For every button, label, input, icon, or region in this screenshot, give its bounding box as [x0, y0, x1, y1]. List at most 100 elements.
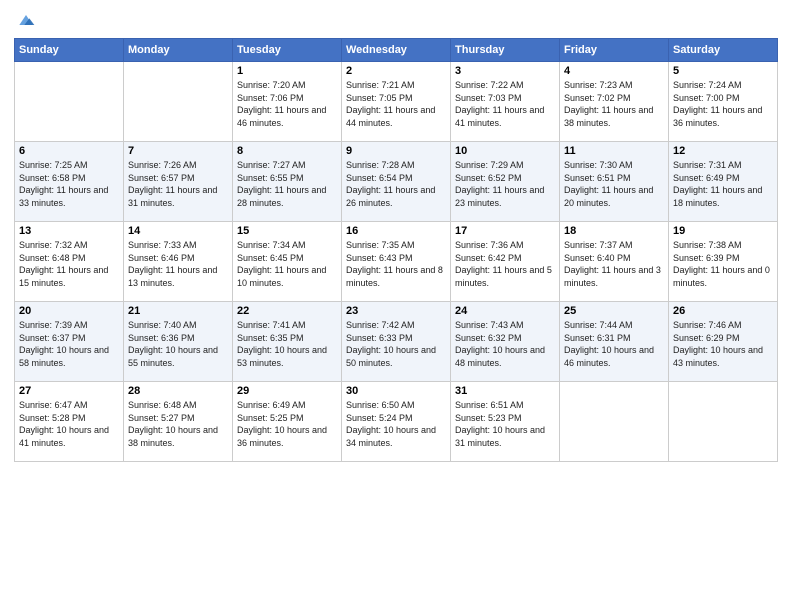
day-number: 21 — [128, 305, 228, 317]
day-info: Sunrise: 7:44 AM Sunset: 6:31 PM Dayligh… — [564, 319, 664, 369]
day-number: 27 — [19, 385, 119, 397]
day-number: 17 — [455, 225, 555, 237]
day-info: Sunrise: 7:38 AM Sunset: 6:39 PM Dayligh… — [673, 239, 773, 289]
calendar-day-cell: 13 Sunrise: 7:32 AM Sunset: 6:48 PM Dayli… — [15, 222, 124, 302]
day-number: 14 — [128, 225, 228, 237]
day-number: 1 — [237, 65, 337, 77]
day-number: 9 — [346, 145, 446, 157]
logo — [14, 10, 36, 30]
calendar-day-cell: 4Sunrise: 7:23 AM Sunset: 7:02 PM Daylig… — [560, 62, 669, 142]
day-of-week-header: Monday — [124, 39, 233, 62]
day-info: Sunrise: 6:50 AM Sunset: 5:24 PM Dayligh… — [346, 399, 446, 449]
day-number: 13 — [19, 225, 119, 237]
day-of-week-header: Friday — [560, 39, 669, 62]
calendar-day-cell: 15 Sunrise: 7:34 AM Sunset: 6:45 PM Dayli… — [233, 222, 342, 302]
day-of-week-header: Wednesday — [342, 39, 451, 62]
day-info: Sunrise: 6:48 AM Sunset: 5:27 PM Dayligh… — [128, 399, 228, 449]
calendar-day-cell: 29Sunrise: 6:49 AM Sunset: 5:25 PM Dayli… — [233, 382, 342, 462]
day-info: Sunrise: 7:41 AM Sunset: 6:35 PM Dayligh… — [237, 319, 337, 369]
calendar-day-cell: 26Sunrise: 7:46 AM Sunset: 6:29 PM Dayli… — [669, 302, 778, 382]
calendar-day-cell: 7Sunrise: 7:26 AM Sunset: 6:57 PM Daylig… — [124, 142, 233, 222]
day-info: Sunrise: 7:27 AM Sunset: 6:55 PM Dayligh… — [237, 159, 337, 209]
day-number: 4 — [564, 65, 664, 77]
calendar-day-cell — [560, 382, 669, 462]
calendar-day-cell — [669, 382, 778, 462]
calendar-day-cell: 10 Sunrise: 7:29 AM Sunset: 6:52 PM Dayli… — [451, 142, 560, 222]
calendar-day-cell: 23 Sunrise: 7:42 AM Sunset: 6:33 PM Dayli… — [342, 302, 451, 382]
day-info: Sunrise: 7:36 AM Sunset: 6:42 PM Dayligh… — [455, 239, 555, 289]
calendar-day-cell: 12Sunrise: 7:31 AM Sunset: 6:49 PM Dayli… — [669, 142, 778, 222]
day-info: Sunrise: 7:32 AM Sunset: 6:48 PM Dayligh… — [19, 239, 119, 289]
calendar-day-cell: 14 Sunrise: 7:33 AM Sunset: 6:46 PM Dayli… — [124, 222, 233, 302]
day-number: 15 — [237, 225, 337, 237]
day-number: 3 — [455, 65, 555, 77]
calendar-day-cell: 31 Sunrise: 6:51 AM Sunset: 5:23 PM Dayli… — [451, 382, 560, 462]
day-of-week-header: Saturday — [669, 39, 778, 62]
calendar-day-cell: 21 Sunrise: 7:40 AM Sunset: 6:36 PM Dayli… — [124, 302, 233, 382]
day-of-week-header: Sunday — [15, 39, 124, 62]
day-info: Sunrise: 7:22 AM Sunset: 7:03 PM Dayligh… — [455, 79, 555, 129]
day-info: Sunrise: 7:40 AM Sunset: 6:36 PM Dayligh… — [128, 319, 228, 369]
day-info: Sunrise: 7:43 AM Sunset: 6:32 PM Dayligh… — [455, 319, 555, 369]
day-number: 11 — [564, 145, 664, 157]
day-number: 31 — [455, 385, 555, 397]
calendar-day-cell: 8 Sunrise: 7:27 AM Sunset: 6:55 PM Daylig… — [233, 142, 342, 222]
day-number: 8 — [237, 145, 337, 157]
calendar-day-cell: 19Sunrise: 7:38 AM Sunset: 6:39 PM Dayli… — [669, 222, 778, 302]
calendar-day-cell: 20 Sunrise: 7:39 AM Sunset: 6:37 PM Dayli… — [15, 302, 124, 382]
calendar-day-cell: 17 Sunrise: 7:36 AM Sunset: 6:42 PM Dayli… — [451, 222, 560, 302]
day-number: 28 — [128, 385, 228, 397]
day-number: 18 — [564, 225, 664, 237]
day-number: 10 — [455, 145, 555, 157]
day-number: 16 — [346, 225, 446, 237]
day-of-week-header: Tuesday — [233, 39, 342, 62]
calendar-day-cell: 2 Sunrise: 7:21 AM Sunset: 7:05 PM Daylig… — [342, 62, 451, 142]
calendar-week-row: 6 Sunrise: 7:25 AM Sunset: 6:58 PM Daylig… — [15, 142, 778, 222]
calendar-day-cell: 18Sunrise: 7:37 AM Sunset: 6:40 PM Dayli… — [560, 222, 669, 302]
calendar-day-cell: 28 Sunrise: 6:48 AM Sunset: 5:27 PM Dayli… — [124, 382, 233, 462]
day-info: Sunrise: 7:33 AM Sunset: 6:46 PM Dayligh… — [128, 239, 228, 289]
day-info: Sunrise: 7:20 AM Sunset: 7:06 PM Dayligh… — [237, 79, 337, 129]
calendar-day-cell: 24 Sunrise: 7:43 AM Sunset: 6:32 PM Dayli… — [451, 302, 560, 382]
calendar-day-cell: 1 Sunrise: 7:20 AM Sunset: 7:06 PM Daylig… — [233, 62, 342, 142]
day-info: Sunrise: 7:21 AM Sunset: 7:05 PM Dayligh… — [346, 79, 446, 129]
day-of-week-header: Thursday — [451, 39, 560, 62]
header — [14, 10, 778, 30]
day-number: 7 — [128, 145, 228, 157]
calendar-day-cell: 30Sunrise: 6:50 AM Sunset: 5:24 PM Dayli… — [342, 382, 451, 462]
day-info: Sunrise: 7:35 AM Sunset: 6:43 PM Dayligh… — [346, 239, 446, 289]
calendar-day-cell: 11Sunrise: 7:30 AM Sunset: 6:51 PM Dayli… — [560, 142, 669, 222]
calendar-week-row: 20 Sunrise: 7:39 AM Sunset: 6:37 PM Dayli… — [15, 302, 778, 382]
calendar-day-cell: 22 Sunrise: 7:41 AM Sunset: 6:35 PM Dayli… — [233, 302, 342, 382]
day-info: Sunrise: 7:28 AM Sunset: 6:54 PM Dayligh… — [346, 159, 446, 209]
calendar-week-row: 27Sunrise: 6:47 AM Sunset: 5:28 PM Dayli… — [15, 382, 778, 462]
day-number: 20 — [19, 305, 119, 317]
day-info: Sunrise: 7:29 AM Sunset: 6:52 PM Dayligh… — [455, 159, 555, 209]
day-info: Sunrise: 7:39 AM Sunset: 6:37 PM Dayligh… — [19, 319, 119, 369]
calendar-day-cell: 25 Sunrise: 7:44 AM Sunset: 6:31 PM Dayli… — [560, 302, 669, 382]
calendar-week-row: 13 Sunrise: 7:32 AM Sunset: 6:48 PM Dayli… — [15, 222, 778, 302]
calendar-day-cell: 5 Sunrise: 7:24 AM Sunset: 7:00 PM Daylig… — [669, 62, 778, 142]
day-info: Sunrise: 6:51 AM Sunset: 5:23 PM Dayligh… — [455, 399, 555, 449]
day-info: Sunrise: 7:24 AM Sunset: 7:00 PM Dayligh… — [673, 79, 773, 129]
day-number: 22 — [237, 305, 337, 317]
logo-icon — [16, 10, 36, 30]
day-info: Sunrise: 7:31 AM Sunset: 6:49 PM Dayligh… — [673, 159, 773, 209]
day-number: 6 — [19, 145, 119, 157]
day-number: 24 — [455, 305, 555, 317]
day-number: 2 — [346, 65, 446, 77]
calendar-week-row: 1 Sunrise: 7:20 AM Sunset: 7:06 PM Daylig… — [15, 62, 778, 142]
calendar-day-cell: 6 Sunrise: 7:25 AM Sunset: 6:58 PM Daylig… — [15, 142, 124, 222]
calendar-day-cell: 27Sunrise: 6:47 AM Sunset: 5:28 PM Dayli… — [15, 382, 124, 462]
day-info: Sunrise: 6:49 AM Sunset: 5:25 PM Dayligh… — [237, 399, 337, 449]
day-number: 5 — [673, 65, 773, 77]
day-number: 23 — [346, 305, 446, 317]
calendar-header-row: SundayMondayTuesdayWednesdayThursdayFrid… — [15, 39, 778, 62]
calendar-day-cell: 16 Sunrise: 7:35 AM Sunset: 6:43 PM Dayli… — [342, 222, 451, 302]
day-info: Sunrise: 7:25 AM Sunset: 6:58 PM Dayligh… — [19, 159, 119, 209]
day-info: Sunrise: 7:34 AM Sunset: 6:45 PM Dayligh… — [237, 239, 337, 289]
day-info: Sunrise: 7:42 AM Sunset: 6:33 PM Dayligh… — [346, 319, 446, 369]
calendar-container: SundayMondayTuesdayWednesdayThursdayFrid… — [0, 0, 792, 472]
calendar-day-cell — [15, 62, 124, 142]
day-number: 25 — [564, 305, 664, 317]
